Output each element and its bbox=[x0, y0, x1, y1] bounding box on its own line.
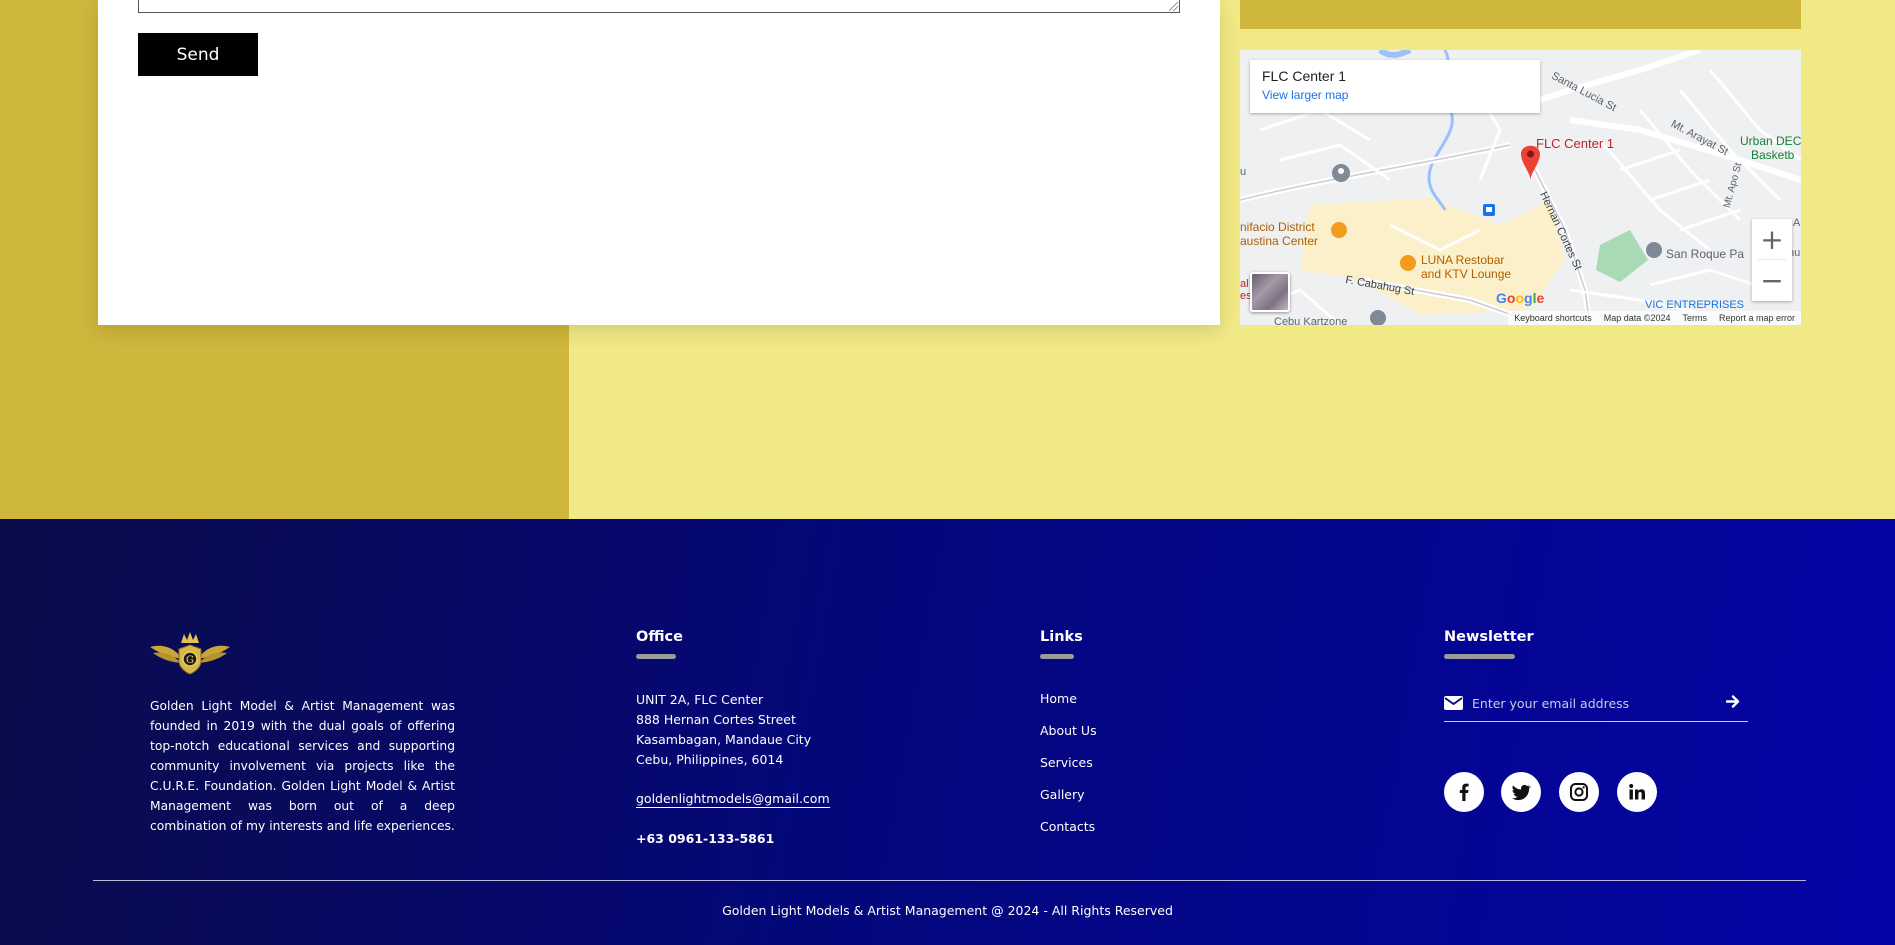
map-label-luna-1: LUNA Restobar bbox=[1421, 253, 1505, 267]
instagram-icon bbox=[1570, 783, 1588, 801]
footer-divider bbox=[93, 880, 1806, 881]
zoom-in-button[interactable]: + bbox=[1752, 219, 1792, 259]
office-phone: +63 0961-133-5861 bbox=[636, 831, 775, 846]
map-label-bonifacio-2: austina Center bbox=[1240, 234, 1319, 248]
keyboard-shortcuts-link[interactable]: Keyboard shortcuts bbox=[1514, 313, 1592, 323]
address-line-1: UNIT 2A, FLC Center bbox=[636, 692, 764, 707]
map-place-name: FLC Center 1 bbox=[1262, 68, 1347, 84]
map-label-basketb: Basketb bbox=[1751, 148, 1795, 162]
office-address: UNIT 2A, FLC Center 888 Hernan Cortes St… bbox=[636, 690, 811, 770]
office-heading-underline bbox=[636, 654, 676, 659]
map-label-urban: Urban DEC bbox=[1740, 134, 1801, 148]
map-attribution: Keyboard shortcuts Map data ©2024 Terms … bbox=[1508, 311, 1801, 325]
message-textarea[interactable] bbox=[138, 0, 1180, 13]
map-data-text: Map data ©2024 bbox=[1603, 313, 1671, 323]
svg-text:G: G bbox=[186, 655, 194, 666]
report-error-link[interactable]: Report a map error bbox=[1719, 313, 1795, 323]
site-footer: G Golden Light Model & Artist Management… bbox=[0, 519, 1895, 945]
golden-light-logo: G bbox=[150, 632, 230, 675]
map-info-box: FLC Center 1 View larger map bbox=[1250, 60, 1540, 113]
address-line-3: Kasambagan, Mandaue City bbox=[636, 732, 812, 747]
links-heading: Links bbox=[1040, 629, 1083, 645]
map-pin-label: FLC Center 1 bbox=[1536, 136, 1615, 151]
footer-link-contacts[interactable]: Contacts bbox=[1040, 819, 1095, 834]
map-layers-button[interactable] bbox=[1250, 272, 1290, 312]
twitter-button[interactable] bbox=[1501, 772, 1541, 812]
facebook-icon bbox=[1459, 783, 1469, 801]
footer-link-about[interactable]: About Us bbox=[1040, 723, 1097, 738]
map-label-vic: VIC ENTREPRISES bbox=[1645, 299, 1745, 311]
newsletter-heading: Newsletter bbox=[1444, 629, 1534, 645]
address-line-2: 888 Hernan Cortes Street bbox=[636, 712, 796, 727]
google-logo: Google bbox=[1496, 290, 1545, 306]
map-label-bonifacio-1: nifacio District bbox=[1240, 220, 1315, 234]
resize-handle-icon[interactable] bbox=[1169, 2, 1178, 11]
copyright-text: Golden Light Models & Artist Management … bbox=[722, 903, 1173, 918]
map-label-cebu-kartzone: Cebu Kartzone bbox=[1274, 316, 1348, 325]
footer-link-services[interactable]: Services bbox=[1040, 755, 1093, 770]
arrow-right-icon[interactable] bbox=[1726, 695, 1740, 708]
newsletter-form bbox=[1444, 685, 1748, 722]
links-heading-underline bbox=[1040, 654, 1074, 659]
footer-link-gallery[interactable]: Gallery bbox=[1040, 787, 1085, 802]
envelope-icon bbox=[1444, 696, 1463, 710]
newsletter-heading-underline bbox=[1444, 654, 1515, 659]
send-button[interactable]: Send bbox=[138, 33, 258, 76]
facebook-button[interactable] bbox=[1444, 772, 1484, 812]
terms-link[interactable]: Terms bbox=[1682, 313, 1707, 323]
office-heading: Office bbox=[636, 629, 683, 645]
map-label-edge-u: u bbox=[1240, 166, 1247, 178]
address-line-4: Cebu, Philippines, 6014 bbox=[636, 752, 784, 767]
map-label-edge-al: al bbox=[1240, 278, 1249, 290]
about-description: Golden Light Model & Artist Management w… bbox=[150, 699, 455, 833]
map-top-strip bbox=[1240, 0, 1801, 29]
twitter-icon bbox=[1512, 784, 1531, 800]
instagram-button[interactable] bbox=[1559, 772, 1599, 812]
zoom-out-button[interactable]: − bbox=[1752, 260, 1792, 300]
map-label-edge-a: A bbox=[1793, 217, 1801, 229]
linkedin-button[interactable] bbox=[1617, 772, 1657, 812]
office-email-link[interactable]: goldenlightmodels@gmail.com bbox=[636, 791, 830, 808]
view-larger-map-link[interactable]: View larger map bbox=[1262, 88, 1528, 102]
footer-link-home[interactable]: Home bbox=[1040, 691, 1077, 706]
contact-form-card: Send bbox=[98, 0, 1220, 325]
map-label-luna-2: and KTV Lounge bbox=[1421, 267, 1512, 281]
linkedin-icon bbox=[1629, 784, 1645, 800]
map-label-san-roque: San Roque Pa bbox=[1666, 247, 1745, 261]
map-zoom-controls: + − bbox=[1752, 219, 1792, 301]
embedded-map[interactable]: FLC Center 1 View larger map FLC Center … bbox=[1240, 50, 1801, 325]
newsletter-email-input[interactable] bbox=[1472, 695, 1722, 711]
